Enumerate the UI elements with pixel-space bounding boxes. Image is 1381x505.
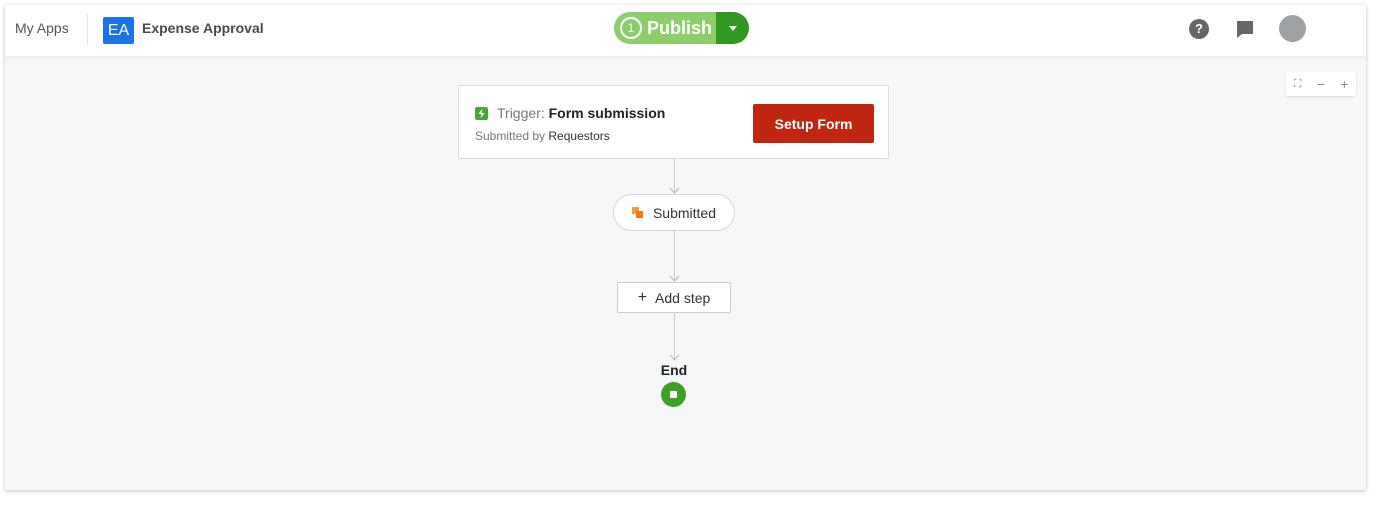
fit-screen-icon[interactable]: ⛶: [1288, 78, 1308, 91]
pending-count-badge: 1: [620, 17, 642, 39]
zoom-in-button[interactable]: +: [1334, 76, 1354, 92]
trigger-subtitle: Submitted by Requestors: [475, 129, 610, 143]
trigger-prefix: Trigger:: [497, 105, 545, 121]
trigger-title: Trigger: Form submission: [497, 105, 665, 121]
connector-arrow-icon: [669, 271, 680, 282]
zoom-out-button[interactable]: −: [1311, 76, 1331, 92]
publish-button[interactable]: 1 Publish: [614, 12, 716, 44]
setup-form-button[interactable]: Setup Form: [753, 104, 874, 143]
trigger-name: Form submission: [548, 105, 666, 121]
app-frame: My Apps EA Expense Approval 1 Publish ? …: [5, 5, 1366, 490]
my-apps-link[interactable]: My Apps: [15, 20, 69, 36]
add-step-label: Add step: [655, 289, 711, 306]
top-bar: My Apps EA Expense Approval 1 Publish ?: [5, 5, 1366, 57]
publish-dropdown-button[interactable]: [716, 12, 749, 44]
caret-down-icon: [728, 25, 737, 31]
publish-split-button: 1 Publish: [614, 12, 749, 44]
trigger-card[interactable]: Trigger: Form submission Submitted by Re…: [458, 85, 889, 159]
lightning-bolt-icon: [475, 107, 488, 120]
header-divider: [87, 14, 88, 45]
submitted-by-value: Requestors: [548, 129, 610, 143]
connector-arrow-icon: [669, 183, 680, 194]
zoom-controls: ⛶ − +: [1286, 72, 1356, 96]
state-submitted[interactable]: Submitted: [613, 194, 735, 231]
user-avatar[interactable]: [1279, 15, 1306, 42]
publish-label: Publish: [647, 17, 713, 38]
state-icon: [631, 207, 643, 218]
app-badge-icon: EA: [103, 17, 134, 44]
end-label: End: [660, 362, 688, 378]
app-title[interactable]: Expense Approval: [142, 20, 264, 36]
connector-arrow-icon: [669, 350, 680, 361]
chat-icon[interactable]: [1235, 19, 1255, 40]
add-step-button[interactable]: + Add step: [617, 282, 731, 313]
plus-icon: +: [637, 288, 648, 306]
help-icon[interactable]: ?: [1189, 19, 1209, 39]
end-stop-icon: [661, 382, 686, 407]
submitted-by-prefix: Submitted by: [475, 129, 546, 143]
state-label: Submitted: [652, 204, 717, 221]
